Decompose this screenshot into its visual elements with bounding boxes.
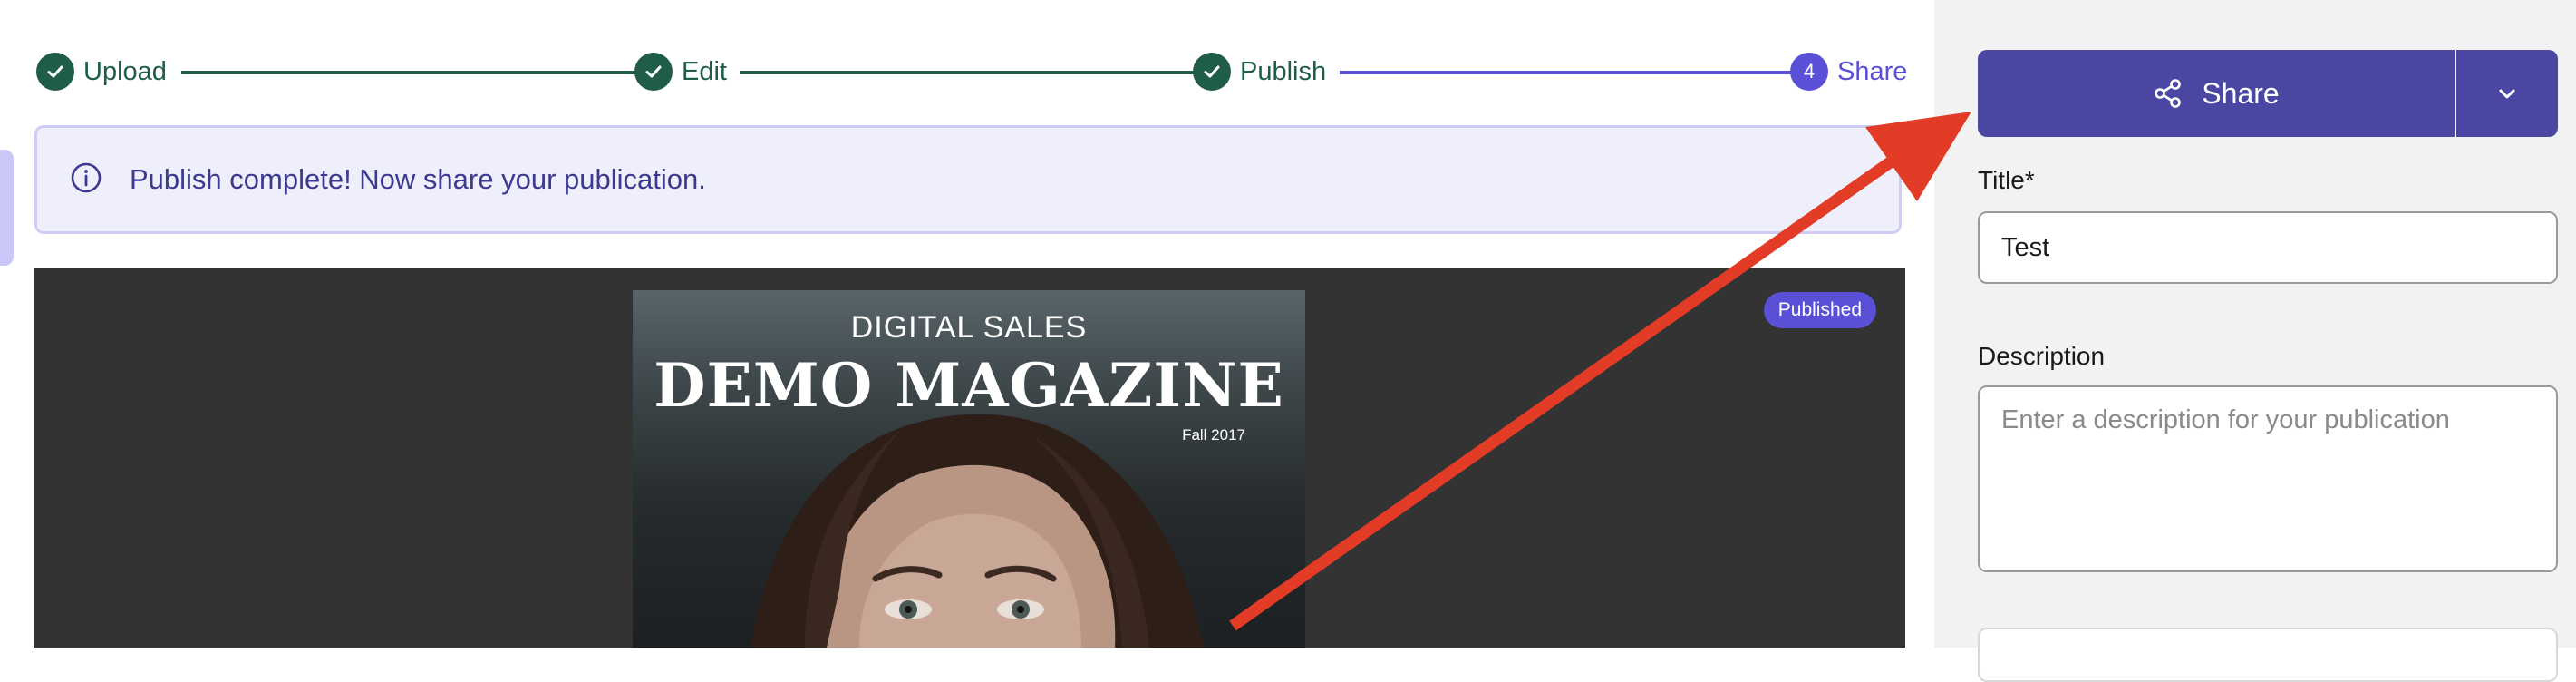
check-icon bbox=[634, 53, 673, 91]
chevron-down-icon bbox=[2499, 89, 2515, 99]
step-share[interactable]: 4 Share bbox=[1790, 50, 1907, 93]
step-number: 4 bbox=[1790, 53, 1828, 91]
step-publish[interactable]: Publish bbox=[1193, 50, 1326, 93]
share-icon bbox=[2155, 79, 2182, 108]
step-connector bbox=[1340, 71, 1824, 74]
progress-stepper: Upload Edit Publish 4 Share bbox=[36, 50, 1907, 93]
check-icon bbox=[36, 53, 74, 91]
share-sidebar: Share Title* Description bbox=[1934, 0, 2576, 682]
share-button[interactable]: Share bbox=[1978, 50, 2455, 137]
step-label: Publish bbox=[1240, 56, 1327, 86]
cover-kicker: DIGITAL SALES bbox=[850, 310, 1088, 345]
step-edit[interactable]: Edit bbox=[634, 50, 727, 93]
magazine-cover[interactable]: DIGITAL SALES DEMO MAGAZINE Fall 2017 bbox=[633, 290, 1305, 648]
description-input[interactable] bbox=[1978, 385, 2558, 572]
main-panel: Upload Edit Publish 4 Share Publish comp… bbox=[0, 0, 1934, 648]
step-connector bbox=[181, 71, 662, 74]
publication-preview: DIGITAL SALES DEMO MAGAZINE Fall 2017 Pu… bbox=[34, 268, 1905, 648]
step-label: Share bbox=[1837, 56, 1908, 86]
check-icon bbox=[1193, 53, 1231, 91]
description-label: Description bbox=[1978, 342, 2106, 370]
cover-issue-date: Fall 2017 bbox=[1182, 426, 1245, 443]
info-icon bbox=[37, 161, 102, 199]
status-badge: Published bbox=[1763, 292, 1876, 328]
title-label: Title* bbox=[1978, 166, 2035, 194]
cover-masthead: DEMO MAGAZINE bbox=[654, 350, 1284, 421]
next-section-card bbox=[1978, 628, 2558, 682]
title-input[interactable] bbox=[1978, 211, 2558, 284]
banner-message: Publish complete! Now share your publica… bbox=[130, 163, 706, 195]
step-upload[interactable]: Upload bbox=[36, 50, 167, 93]
step-connector bbox=[740, 71, 1229, 74]
side-tab-handle[interactable] bbox=[0, 150, 14, 266]
share-options-dropdown[interactable] bbox=[2456, 50, 2558, 137]
share-button-label: Share bbox=[2202, 76, 2280, 110]
step-label: Upload bbox=[83, 56, 167, 86]
step-label: Edit bbox=[682, 56, 727, 86]
status-banner: Publish complete! Now share your publica… bbox=[34, 125, 1902, 234]
